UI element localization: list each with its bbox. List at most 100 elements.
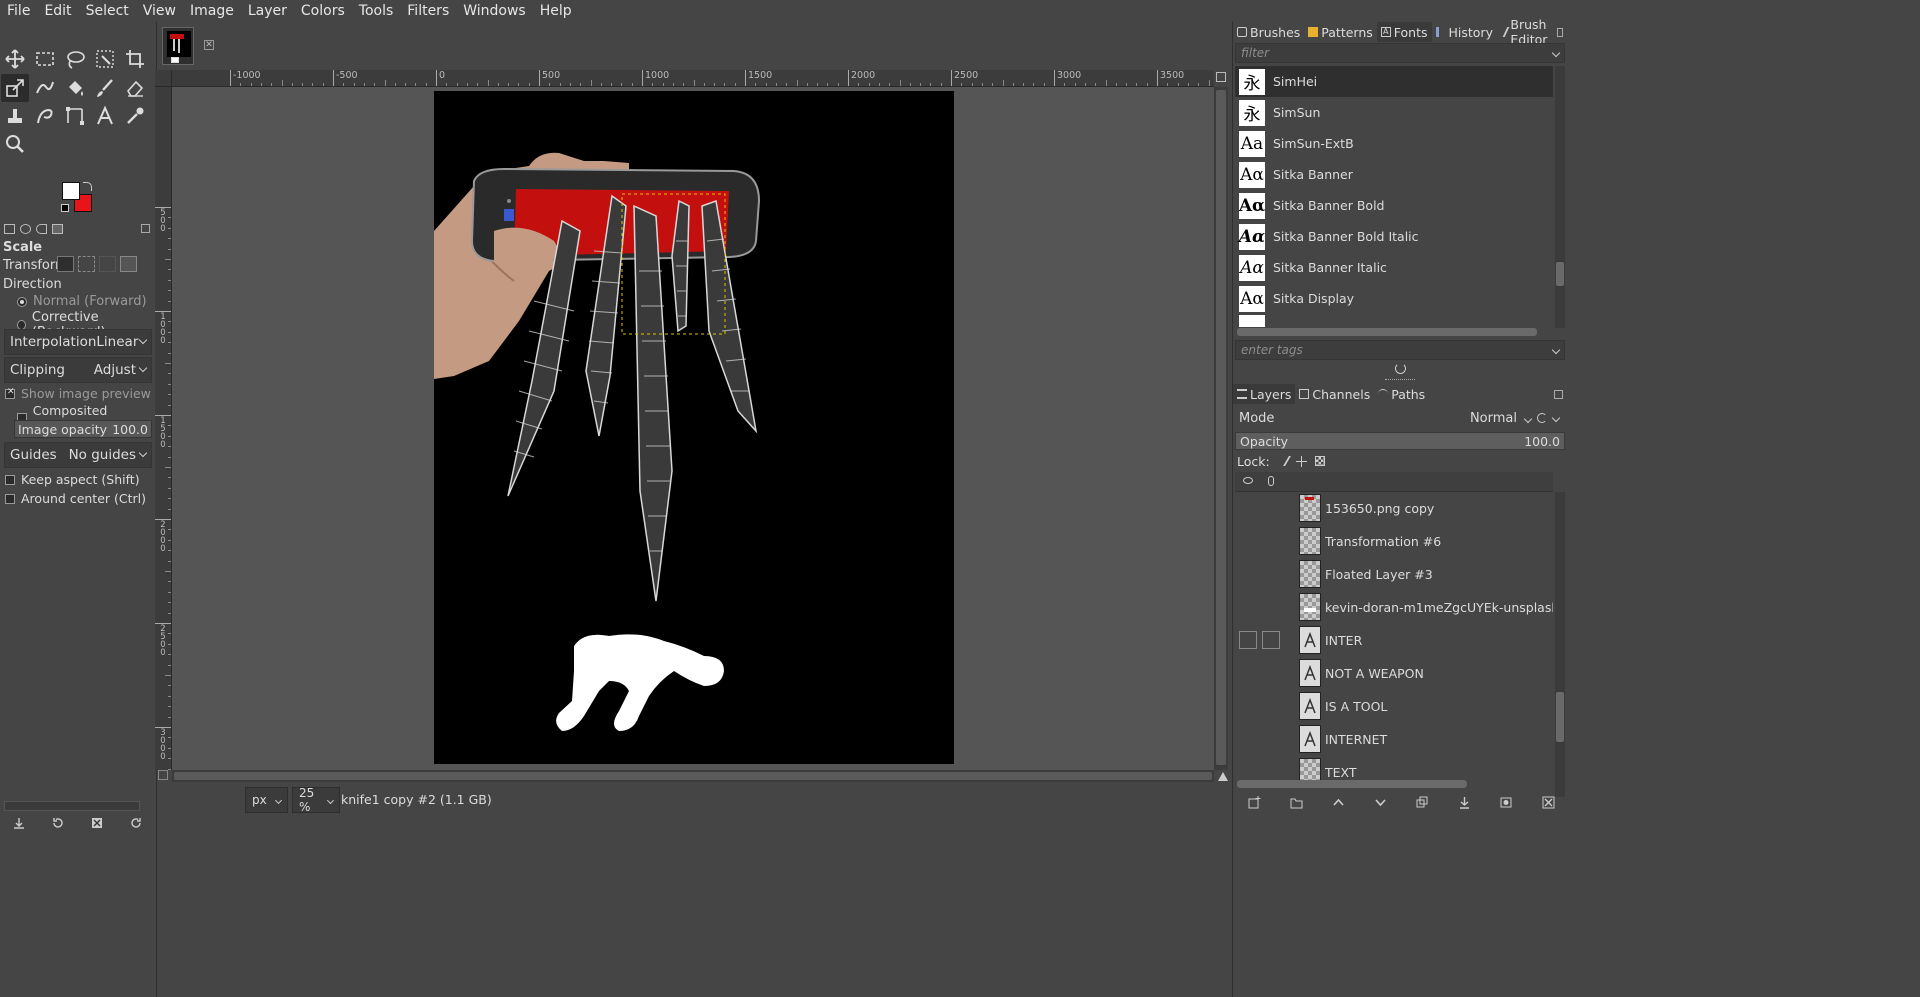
crop-tool-icon[interactable] [121,45,149,73]
undo-history-tab-icon[interactable] [36,224,47,234]
menu-select[interactable]: Select [79,0,136,22]
new-layer-group-icon[interactable] [1287,793,1305,811]
fuzzy-select-tool-icon[interactable] [91,45,119,73]
horizontal-ruler[interactable]: -1000 -500 0 500 1000 1500 2000 2500 3000 3500 [172,70,1214,87]
chevron-down-icon[interactable] [1551,413,1561,423]
clipping-combo[interactable]: Clipping Adjust [4,357,152,383]
tab-brush-editor[interactable]: Brush Editor [1497,17,1557,47]
menu-layer[interactable]: Layer [241,0,294,22]
image-opacity-slider[interactable]: Image opacity 100.0 [14,420,152,438]
keep-aspect-checkbox[interactable]: Keep aspect (Shift) [5,472,140,487]
tab-paths[interactable]: Paths [1374,384,1429,404]
color-picker-tool-icon[interactable] [121,102,149,130]
menu-colors[interactable]: Colors [294,0,352,22]
horizontal-scroll-thumb[interactable] [174,772,1212,780]
tab-brushes[interactable]: Brushes [1233,22,1304,42]
close-tab-icon[interactable]: ✕ [204,40,214,50]
font-tags-input[interactable]: enter tags [1235,340,1565,360]
delete-options-icon[interactable] [88,814,106,832]
device-status-tab-icon[interactable] [20,224,31,234]
navigate-icon[interactable] [1216,72,1226,82]
layer-row[interactable]: NOT A WEAPON [1235,657,1553,689]
rect-select-tool-icon[interactable] [31,45,59,73]
tab-patterns[interactable]: Patterns [1304,22,1376,42]
warp-transform-tool-icon[interactable] [31,74,59,102]
menu-edit[interactable]: Edit [37,0,78,22]
layer-row[interactable]: kevin-doran-m1meZgcUYEk-unsplash-remove [1235,591,1553,623]
configure-tab-icon[interactable] [141,224,150,233]
transform-selection-icon[interactable] [78,256,95,272]
font-list-scroll-thumb[interactable] [1556,262,1564,286]
configure-tab-icon[interactable] [1554,389,1563,399]
layer-row[interactable]: IS A TOOL [1235,690,1553,722]
font-item[interactable]: Aα Sitka Banner Bold [1235,190,1553,221]
foreground-color-swatch[interactable] [62,182,80,200]
lasso-tool-icon[interactable] [61,45,89,73]
tab-fonts[interactable]: A Fonts [1376,22,1432,42]
lower-layer-icon[interactable] [1371,793,1389,811]
smudge-tool-icon[interactable] [31,102,59,130]
font-item-partial[interactable] [1235,314,1553,327]
layer-visibility-toggle[interactable] [1239,631,1257,649]
add-mask-icon[interactable] [1497,793,1515,811]
font-list-hscroll[interactable] [1237,328,1537,336]
image-tab-thumbnail[interactable] [162,27,194,65]
menu-filters[interactable]: Filters [400,0,456,22]
tab-layers[interactable]: Layers [1233,384,1296,404]
font-filter-input[interactable]: filter [1235,43,1565,63]
layer-row[interactable]: Transformation #6 [1235,525,1553,557]
eraser-tool-icon[interactable] [121,74,149,102]
zoom-combo[interactable]: 25 % [292,786,340,814]
layer-opacity-slider[interactable]: Opacity 100.0 [1235,432,1565,450]
menu-view[interactable]: View [136,0,183,22]
interpolation-combo[interactable]: Interpolation Linear [4,329,152,355]
menu-help[interactable]: Help [533,0,579,22]
layer-row[interactable]: INTERNET [1235,723,1553,755]
reset-options-icon[interactable] [127,814,145,832]
menu-file[interactable]: File [0,0,37,22]
vertical-ruler[interactable]: 500 1000 1500 2000 2500 3000 [155,87,172,770]
vertical-scroll-thumb[interactable] [1216,90,1226,765]
raise-layer-icon[interactable] [1329,793,1347,811]
image-canvas[interactable] [434,91,954,764]
mode-combo[interactable]: Normal [1470,411,1533,426]
transform-layer-icon[interactable] [57,256,74,272]
move-tool-icon[interactable] [1,45,29,73]
switch-mode-icon[interactable] [1537,413,1547,423]
layers-scroll-thumb[interactable] [1556,692,1564,742]
unit-combo[interactable]: px [245,787,288,813]
around-center-checkbox[interactable]: Around center (Ctrl) [5,491,146,506]
font-list-scrollbar[interactable] [1555,66,1565,328]
configure-tab-icon[interactable] [1556,27,1563,37]
layers-list-hscroll[interactable] [1237,780,1467,788]
swap-colors-icon[interactable] [83,182,92,191]
font-item[interactable]: Aa SimSun-ExtB [1235,128,1553,159]
font-item[interactable]: Aα Sitka Banner Bold Italic [1235,221,1553,252]
zoom-tool-icon[interactable] [1,130,29,158]
tool-options-tab-icon[interactable] [4,224,15,234]
canvas-viewport[interactable] [172,87,1214,770]
tool-options-scrollbar[interactable] [4,801,140,811]
duplicate-layer-icon[interactable] [1413,793,1431,811]
layer-row[interactable]: Floated Layer #3 [1235,558,1553,590]
restore-options-icon[interactable] [49,814,67,832]
lock-alpha-icon[interactable] [1314,456,1325,466]
images-tab-icon[interactable] [52,224,63,234]
default-colors-icon[interactable] [61,204,69,212]
save-options-icon[interactable] [10,814,28,832]
font-item[interactable]: Aα Sitka Banner Italic [1235,252,1553,283]
paintbrush-tool-icon[interactable] [91,74,119,102]
direction-normal-radio[interactable]: Normal (Forward) [17,294,147,309]
font-item[interactable]: 永 SimSun [1235,97,1553,128]
tab-history[interactable]: History [1432,22,1497,42]
text-tool-icon[interactable] [91,102,119,130]
transform-path-icon[interactable] [99,256,116,272]
font-item[interactable]: 永 SimHei [1235,66,1553,97]
show-preview-checkbox[interactable]: ✕ Show image preview [5,386,151,401]
menu-windows[interactable]: Windows [456,0,533,22]
panel-resize-handle[interactable] [1385,379,1415,382]
layer-row[interactable]: 153650.png copy [1235,492,1553,524]
layer-row[interactable]: INTER [1235,624,1553,656]
layer-chain-toggle[interactable] [1262,631,1280,649]
bucket-fill-tool-icon[interactable] [61,74,89,102]
